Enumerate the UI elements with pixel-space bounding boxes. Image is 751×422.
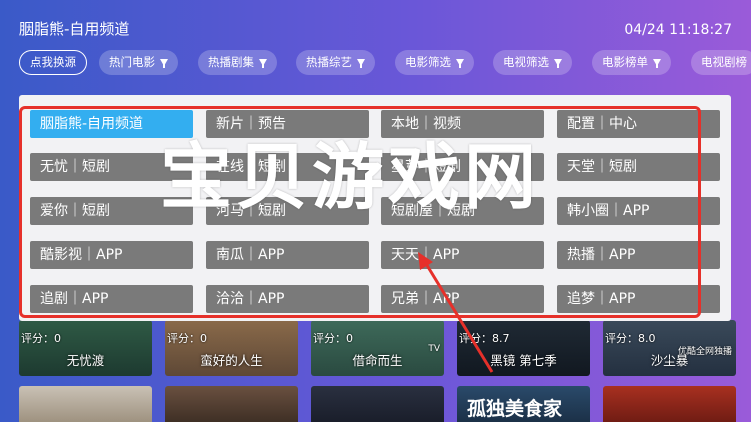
card-title: 无忧渡 <box>66 353 105 368</box>
score-label: 评分：8.0 <box>605 332 656 345</box>
chip-label: 电影榜单 <box>602 55 648 69</box>
chip-label: 电视筛选 <box>503 55 549 69</box>
source-button[interactable]: 本地｜视频 <box>381 110 544 138</box>
source-button[interactable]: 追剧｜APP <box>30 285 193 313</box>
card-title: 沙尘暴 <box>650 353 689 368</box>
video-card[interactable]: 评分：0 无忧渡 <box>19 320 152 376</box>
source-button[interactable]: 洽洽｜APP <box>206 285 369 313</box>
source-button[interactable]: 兄弟｜APP <box>381 285 544 313</box>
source-button[interactable]: 新片｜预告 <box>206 110 369 138</box>
chip-label: 热播剧集 <box>208 55 254 69</box>
video-card[interactable]: 评分：8.7 黑镜 第七季 <box>457 320 590 376</box>
chip-label: 热门电影 <box>109 55 155 69</box>
app-title: 胭脂熊-自用频道 <box>19 20 130 38</box>
funnel-icon <box>357 59 365 68</box>
video-card[interactable]: 评分：0 蛮好的人生 <box>165 320 298 376</box>
watermark: 宝贝游戏网 <box>160 135 541 219</box>
filter-row: 点我换源 热门电影 热播剧集 热播综艺 电影筛选 电视筛选 电影榜单 电视剧榜 <box>19 50 751 76</box>
clock: 04/24 11:18:27 <box>624 22 732 38</box>
score-label: 评分：0 <box>167 332 207 345</box>
filter-tv-rank[interactable]: 电视剧榜 <box>691 50 751 75</box>
filter-movie-rank[interactable]: 电影榜单 <box>592 50 671 75</box>
funnel-icon <box>160 59 168 68</box>
source-button[interactable]: 酷影视｜APP <box>30 241 193 269</box>
video-card[interactable]: 评分：0 TV 借命而生 <box>311 320 444 376</box>
chip-label: 点我换源 <box>30 55 76 69</box>
score-label: 评分：8.7 <box>459 332 510 345</box>
switch-source-button[interactable]: 点我换源 <box>19 50 87 75</box>
filter-hot-series[interactable]: 热播剧集 <box>198 50 277 75</box>
source-button[interactable]: 南瓜｜APP <box>206 241 369 269</box>
source-button[interactable]: 胭脂熊-自用频道 <box>30 110 193 138</box>
video-card[interactable]: 评分：8.0 优酷全网独播 沙尘暴 <box>603 320 736 376</box>
card-title: 黑镜 第七季 <box>490 353 557 368</box>
funnel-icon <box>456 59 464 68</box>
source-button[interactable]: 天天｜APP <box>381 241 544 269</box>
video-thumb[interactable] <box>19 386 152 422</box>
funnel-icon <box>554 59 562 68</box>
card-title: 借命而生 <box>352 353 403 368</box>
chip-label: 电影筛选 <box>405 55 451 69</box>
top-bar: 胭脂熊-自用频道 04/24 11:18:27 <box>0 0 751 46</box>
card-title: 蛮好的人生 <box>200 353 263 368</box>
source-button[interactable]: 韩小圈｜APP <box>557 197 720 225</box>
chip-label: 电视剧榜 <box>701 55 747 69</box>
source-button[interactable]: 天堂｜短剧 <box>557 153 720 181</box>
chip-label: 热播综艺 <box>306 55 352 69</box>
filter-tv-filter[interactable]: 电视筛选 <box>493 50 572 75</box>
filter-hot-variety[interactable]: 热播综艺 <box>296 50 375 75</box>
thumb-title: 孤独美食家 <box>467 398 563 420</box>
video-thumb[interactable] <box>311 386 444 422</box>
funnel-icon <box>259 59 267 68</box>
video-thumb[interactable] <box>603 386 736 422</box>
source-button[interactable]: 追梦｜APP <box>557 285 720 313</box>
source-button[interactable]: 配置｜中心 <box>557 110 720 138</box>
score-label: 评分：0 <box>313 332 353 345</box>
video-thumb[interactable]: 孤独美食家 <box>457 386 590 422</box>
video-thumb[interactable] <box>165 386 298 422</box>
score-label: 评分：0 <box>21 332 61 345</box>
source-button[interactable]: 热播｜APP <box>557 241 720 269</box>
filter-hot-movies[interactable]: 热门电影 <box>99 50 178 75</box>
funnel-icon <box>653 59 661 68</box>
filter-movie-filter[interactable]: 电影筛选 <box>395 50 474 75</box>
